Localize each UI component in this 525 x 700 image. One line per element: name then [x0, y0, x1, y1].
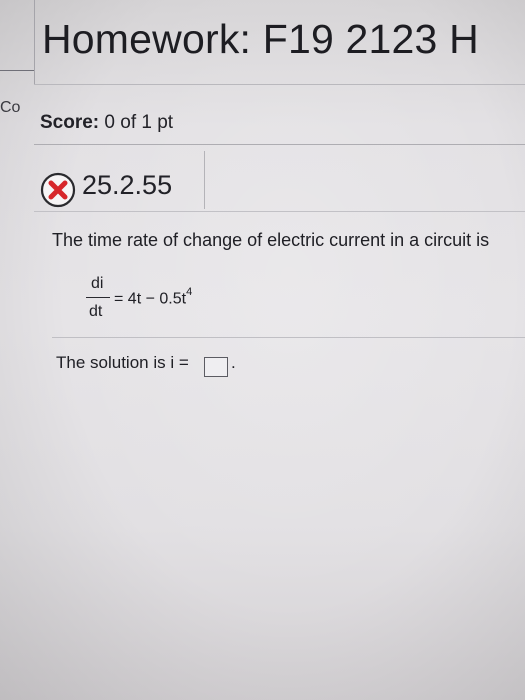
section-divider — [52, 337, 525, 338]
question-bar: 25.2.55 — [34, 144, 525, 212]
answer-input[interactable] — [204, 357, 228, 377]
score-value: 0 of 1 pt — [104, 112, 174, 133]
score-display: Score: 0 of 1 pt — [40, 112, 173, 134]
question-id: 25.2.55 — [82, 170, 173, 200]
score-panel: Score: 0 of 1 pt — [34, 84, 525, 145]
equation-rhs: = 4t − 0.5t4 — [114, 286, 193, 308]
equation-exponent: 4 — [186, 286, 193, 298]
score-label: Score: — [40, 112, 100, 133]
trailing-period: . — [231, 353, 236, 372]
equation-denominator: dt — [89, 303, 103, 320]
left-divider — [0, 70, 34, 71]
question-selector[interactable]: 25.2.55 — [34, 151, 205, 209]
problem-prompt: The time rate of change of electric curr… — [52, 230, 490, 250]
course-link[interactable]: Co — [0, 99, 20, 117]
solution-label: The solution is i = — [56, 353, 189, 372]
equation-numerator: di — [91, 275, 104, 292]
header-divider — [34, 0, 35, 84]
equation-rhs-main: = 4t − 0.5t — [114, 290, 187, 308]
fraction-bar — [86, 297, 110, 298]
x-icon — [40, 172, 76, 208]
page-title: Homework: F19 2123 H — [42, 16, 479, 62]
